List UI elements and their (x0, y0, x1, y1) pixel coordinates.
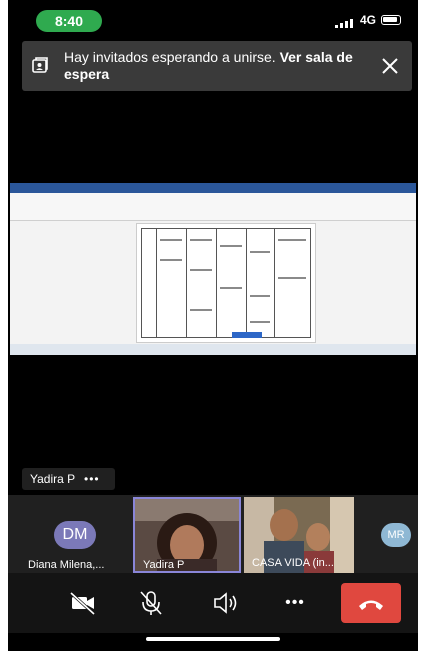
speaker-more-button[interactable]: ••• (84, 468, 100, 490)
banner-text: Hay invitados esperando a unirse. (64, 49, 276, 65)
network-type: 4G (360, 13, 377, 27)
shared-document-page (136, 223, 316, 343)
status-bar: 8:40 4G (8, 0, 418, 40)
home-indicator[interactable] (146, 637, 280, 641)
shared-document-table (141, 228, 311, 338)
participant-name: CASA VIDA (in... (252, 557, 334, 569)
shared-window-ribbon (10, 193, 416, 221)
teams-call-screen: 8:40 4G Hay invitados esperando a unirse… (8, 0, 418, 651)
waiting-room-icon (32, 57, 48, 73)
close-icon[interactable] (378, 54, 402, 78)
hang-up-icon (359, 600, 383, 610)
participant-name: Diana Milena,... (28, 559, 105, 571)
more-icon[interactable]: ••• (278, 586, 312, 620)
battery-icon (381, 15, 401, 25)
status-time: 8:40 (36, 10, 102, 32)
waiting-room-banner[interactable]: Hay invitados esperando a unirse. Ver sa… (22, 41, 412, 91)
video-off-icon[interactable] (66, 586, 100, 620)
participant-video-yadira[interactable]: Yadira P (133, 497, 241, 573)
participant-avatar-mr[interactable]: MR (381, 523, 411, 547)
speaker-name-tag[interactable]: Yadira P ••• (22, 468, 115, 490)
call-control-bar: ••• (8, 573, 418, 633)
shared-window-button (232, 332, 262, 338)
signal-icon (335, 18, 353, 28)
shared-screen (10, 183, 416, 355)
shared-window-titlebar (10, 183, 416, 193)
participant-strip: DM Diana Milena,... Yadira P CASA VIDA (… (8, 495, 418, 573)
participant-avatar-dm[interactable]: DM (54, 521, 96, 549)
banner-message: Hay invitados esperando a unirse. Ver sa… (64, 49, 364, 83)
shared-window-taskbar (10, 344, 416, 355)
speaker-name: Yadira P (30, 472, 76, 486)
hang-up-button[interactable] (341, 583, 401, 623)
mic-off-icon[interactable] (134, 586, 168, 620)
speaker-icon[interactable] (208, 586, 242, 620)
participant-video-casa-vida[interactable]: CASA VIDA (in... (244, 497, 354, 573)
participant-name: Yadira P (143, 559, 185, 571)
